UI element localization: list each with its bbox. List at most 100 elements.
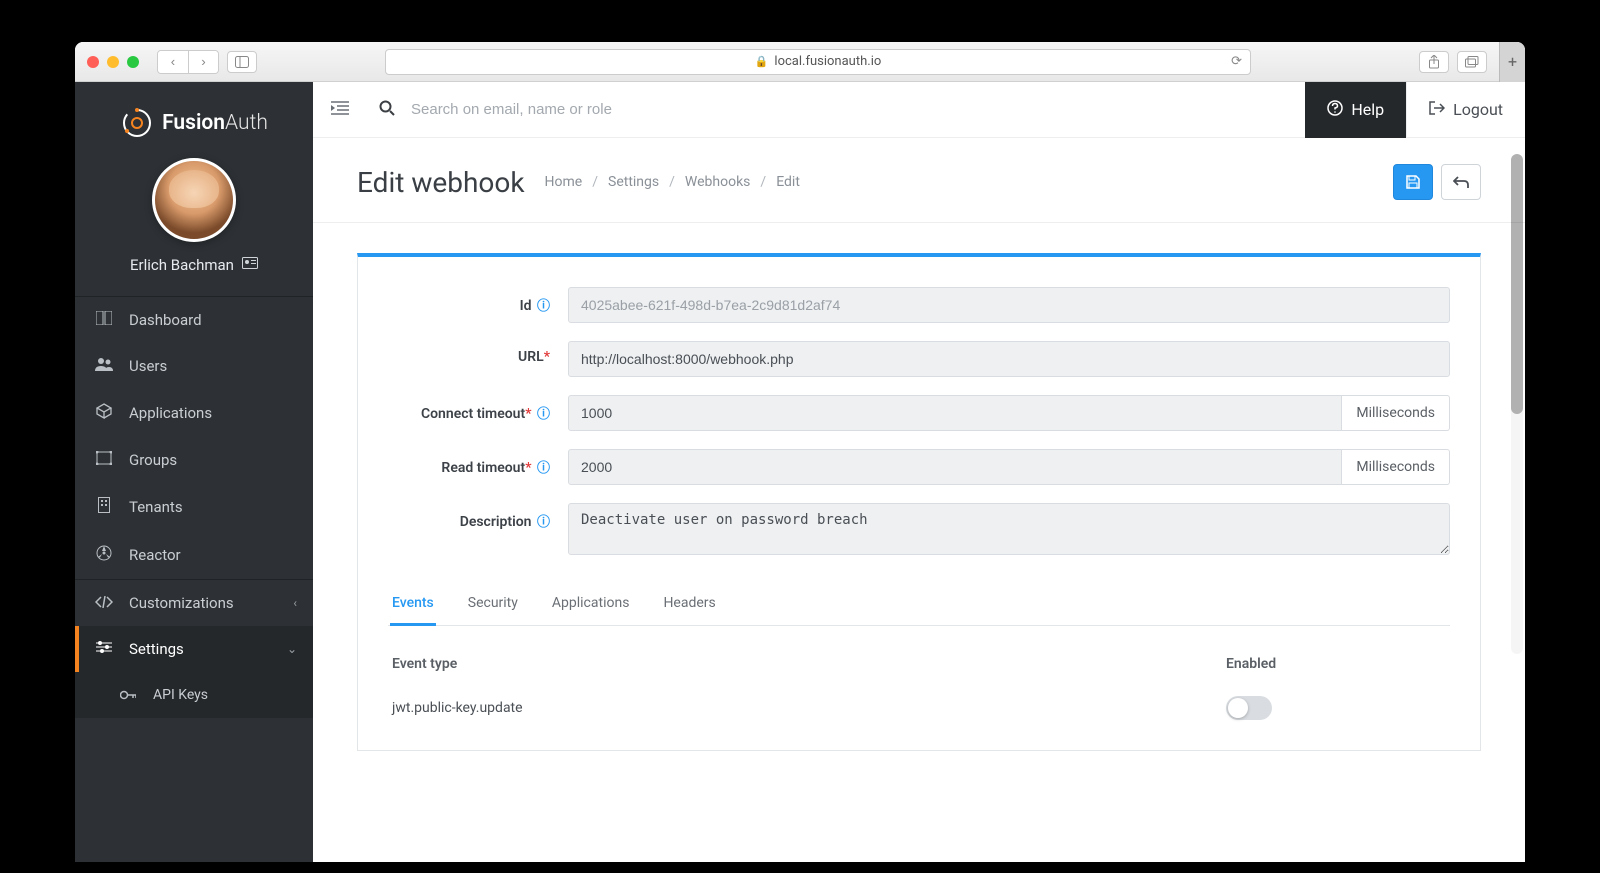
close-window-icon[interactable] xyxy=(87,56,99,68)
logo: FusionAuth xyxy=(75,82,313,158)
content: Id ⓘ URL* Connect timeout* ⓘ xyxy=(313,223,1525,862)
share-icon xyxy=(1428,55,1440,69)
search-icon xyxy=(379,100,395,120)
sidebar-item-customizations[interactable]: Customizations ‹ xyxy=(75,579,313,626)
unit-label: Milliseconds xyxy=(1342,395,1450,431)
col-event-type: Event type xyxy=(392,656,1226,672)
building-icon xyxy=(95,497,113,517)
url-text: local.fusionauth.io xyxy=(774,54,881,69)
sidebar: FusionAuth Erlich Bachman Dashboard xyxy=(75,82,313,862)
forward-button[interactable]: › xyxy=(188,51,218,73)
dashboard-icon xyxy=(95,311,113,329)
form-panel: Id ⓘ URL* Connect timeout* ⓘ xyxy=(357,253,1481,751)
input-id xyxy=(568,287,1450,323)
chevron-down-icon: ⌄ xyxy=(287,642,297,656)
breadcrumb-separator: / xyxy=(592,174,598,190)
field-read-timeout: Read timeout* ⓘ Milliseconds xyxy=(388,449,1450,485)
input-url[interactable] xyxy=(568,341,1450,377)
reactor-icon xyxy=(95,545,113,565)
tabs: Events Security Applications Headers xyxy=(388,583,1450,626)
traffic-lights xyxy=(87,56,139,68)
info-icon[interactable]: ⓘ xyxy=(537,461,550,476)
sidebar-item-reactor[interactable]: Reactor xyxy=(75,531,313,579)
col-enabled: Enabled xyxy=(1226,656,1446,672)
input-read-timeout[interactable] xyxy=(568,449,1342,485)
unit-label: Milliseconds xyxy=(1342,449,1450,485)
back-button[interactable] xyxy=(1441,164,1481,200)
sidebar-item-settings[interactable]: Settings ⌄ xyxy=(75,626,313,672)
save-button[interactable] xyxy=(1393,164,1433,200)
main: Help Logout Edit webhook Home / Settings… xyxy=(313,82,1525,862)
tab-applications[interactable]: Applications xyxy=(550,583,632,626)
breadcrumb-item[interactable]: Settings xyxy=(608,174,659,190)
help-icon xyxy=(1327,100,1343,120)
id-card-icon[interactable] xyxy=(242,257,258,273)
sidebar-item-label: API Keys xyxy=(153,687,208,703)
info-icon[interactable]: ⓘ xyxy=(537,407,550,422)
cube-icon xyxy=(95,403,113,423)
search-wrap xyxy=(365,100,1305,120)
code-icon xyxy=(95,594,113,612)
user-name: Erlich Bachman xyxy=(85,256,303,274)
topbar: Help Logout xyxy=(313,82,1525,138)
help-label: Help xyxy=(1351,100,1384,119)
sidebar-item-groups[interactable]: Groups xyxy=(75,437,313,483)
collapse-sidebar-button[interactable] xyxy=(331,100,365,119)
sidebar-item-label: Reactor xyxy=(129,546,181,564)
label-connect-timeout: Connect timeout* ⓘ xyxy=(388,395,568,422)
scrollbar-thumb[interactable] xyxy=(1511,154,1523,414)
sidebar-item-tenants[interactable]: Tenants xyxy=(75,483,313,531)
sliders-icon xyxy=(95,640,113,658)
event-row: jwt.public-key.update xyxy=(388,686,1450,730)
tab-security[interactable]: Security xyxy=(466,583,520,626)
event-enabled-toggle[interactable] xyxy=(1226,696,1272,720)
breadcrumb-item[interactable]: Home xyxy=(545,174,583,190)
info-icon[interactable]: ⓘ xyxy=(537,515,550,530)
info-icon[interactable]: ⓘ xyxy=(537,299,550,314)
breadcrumb-item[interactable]: Webhooks xyxy=(685,174,751,190)
breadcrumb-item: Edit xyxy=(776,174,800,190)
panel-icon xyxy=(235,56,249,68)
back-button[interactable]: ‹ xyxy=(158,51,188,73)
user-block: Erlich Bachman xyxy=(75,158,313,296)
logo-icon xyxy=(120,106,154,140)
sidebar-item-label: Tenants xyxy=(129,498,183,516)
input-connect-timeout[interactable] xyxy=(568,395,1342,431)
events-table-header: Event type Enabled xyxy=(388,626,1450,686)
logout-icon xyxy=(1429,100,1445,119)
sidebar-item-label: Applications xyxy=(129,404,212,422)
sidebar-toggle-button[interactable] xyxy=(227,51,257,73)
sidebar-item-dashboard[interactable]: Dashboard xyxy=(75,296,313,343)
minimize-window-icon[interactable] xyxy=(107,56,119,68)
lock-icon: 🔒 xyxy=(755,55,769,68)
label-description: Description ⓘ xyxy=(388,503,568,530)
logo-text: FusionAuth xyxy=(162,111,268,135)
label-id: Id ⓘ xyxy=(388,287,568,314)
logout-button[interactable]: Logout xyxy=(1406,82,1525,138)
tab-events[interactable]: Events xyxy=(390,583,436,626)
sidebar-item-applications[interactable]: Applications xyxy=(75,389,313,437)
search-input[interactable] xyxy=(411,101,811,118)
breadcrumb-separator: / xyxy=(669,174,675,190)
groups-icon xyxy=(95,451,113,469)
sidebar-item-users[interactable]: Users xyxy=(75,343,313,389)
chevron-left-icon: ‹ xyxy=(293,596,297,610)
user-name-text: Erlich Bachman xyxy=(130,256,234,274)
sidebar-item-api-keys[interactable]: API Keys xyxy=(75,672,313,718)
input-description[interactable] xyxy=(568,503,1450,555)
sidebar-item-label: Groups xyxy=(129,451,177,469)
event-type-value: jwt.public-key.update xyxy=(392,700,1226,716)
new-tab-button[interactable]: + xyxy=(1499,42,1525,82)
tabs-button[interactable] xyxy=(1457,51,1487,73)
share-button[interactable] xyxy=(1419,51,1449,73)
tab-headers[interactable]: Headers xyxy=(661,583,717,626)
help-button[interactable]: Help xyxy=(1305,82,1406,138)
avatar[interactable] xyxy=(152,158,236,242)
browser-window: ‹ › 🔒 local.fusionauth.io ⟳ + xyxy=(75,42,1525,862)
url-bar[interactable]: 🔒 local.fusionauth.io ⟳ xyxy=(385,49,1251,75)
header-actions xyxy=(1393,164,1481,200)
sidebar-item-label: Dashboard xyxy=(129,311,202,329)
reload-icon[interactable]: ⟳ xyxy=(1231,54,1242,69)
sidebar-item-label: Users xyxy=(129,357,167,375)
maximize-window-icon[interactable] xyxy=(127,56,139,68)
